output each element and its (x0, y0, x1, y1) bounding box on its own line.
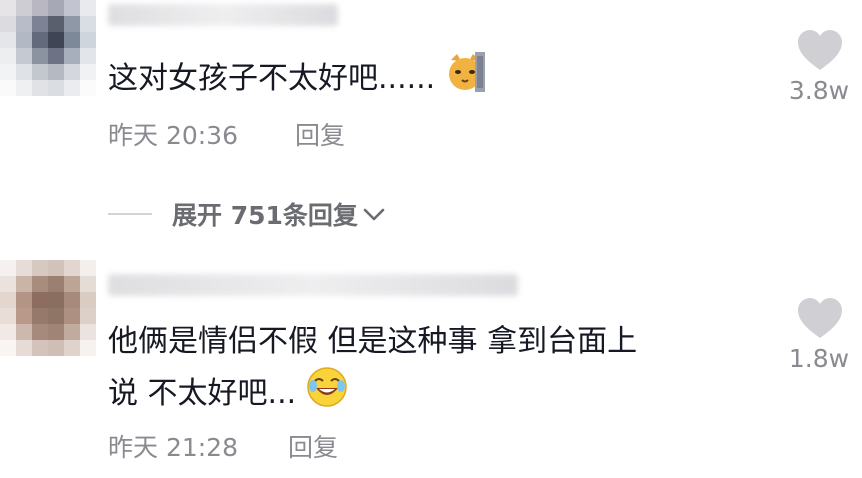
reply-button[interactable]: 回复 (295, 116, 345, 152)
reply-button[interactable]: 回复 (288, 428, 338, 464)
chevron-down-icon (363, 208, 385, 221)
like-count: 3.8w (788, 76, 850, 105)
expand-replies-label: 展开 751条回复 (172, 201, 358, 230)
laugh-cry-emoji-icon (306, 366, 348, 423)
avatar[interactable] (0, 260, 96, 356)
heart-icon[interactable] (796, 28, 844, 72)
comment-text-line: 说 不太好吧... (108, 366, 637, 423)
comment-time: 昨天 20:36 (108, 121, 238, 150)
comment-time: 昨天 21:28 (108, 433, 238, 462)
comment-text-content: 这对女孩子不太好吧...... (108, 61, 436, 96)
heart-icon[interactable] (796, 296, 844, 340)
username-blurred[interactable] (108, 274, 518, 296)
comment-text: 这对女孩子不太好吧...... (108, 50, 485, 109)
cat-emoji-icon (444, 50, 485, 109)
like-count: 1.8w (788, 344, 850, 373)
comment-text: 他俩是情侣不假 但是这种事 拿到台面上 说 不太好吧... (108, 318, 637, 423)
comment-text-content: 说 不太好吧... (108, 376, 297, 411)
avatar[interactable] (0, 0, 96, 96)
username-blurred[interactable] (108, 4, 338, 26)
divider (108, 213, 152, 215)
expand-replies-button[interactable]: 展开 751条回复 (172, 196, 386, 232)
comment-text-line: 他俩是情侣不假 但是这种事 拿到台面上 (108, 324, 638, 359)
